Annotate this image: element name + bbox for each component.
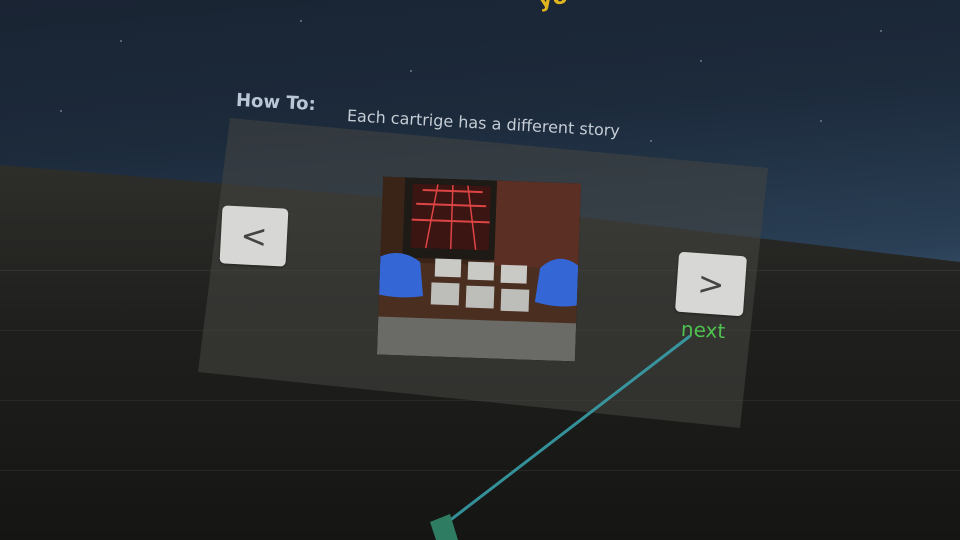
chevron-left-icon: <	[239, 216, 269, 256]
next-hover-label: next	[680, 316, 726, 344]
cartridge-scene-illustration	[376, 176, 582, 362]
chevron-right-icon: >	[696, 264, 726, 304]
howto-label: How To:	[235, 89, 317, 116]
prev-button[interactable]: <	[219, 205, 289, 267]
next-button[interactable]: >	[674, 251, 748, 317]
tutorial-preview-image	[376, 176, 582, 362]
